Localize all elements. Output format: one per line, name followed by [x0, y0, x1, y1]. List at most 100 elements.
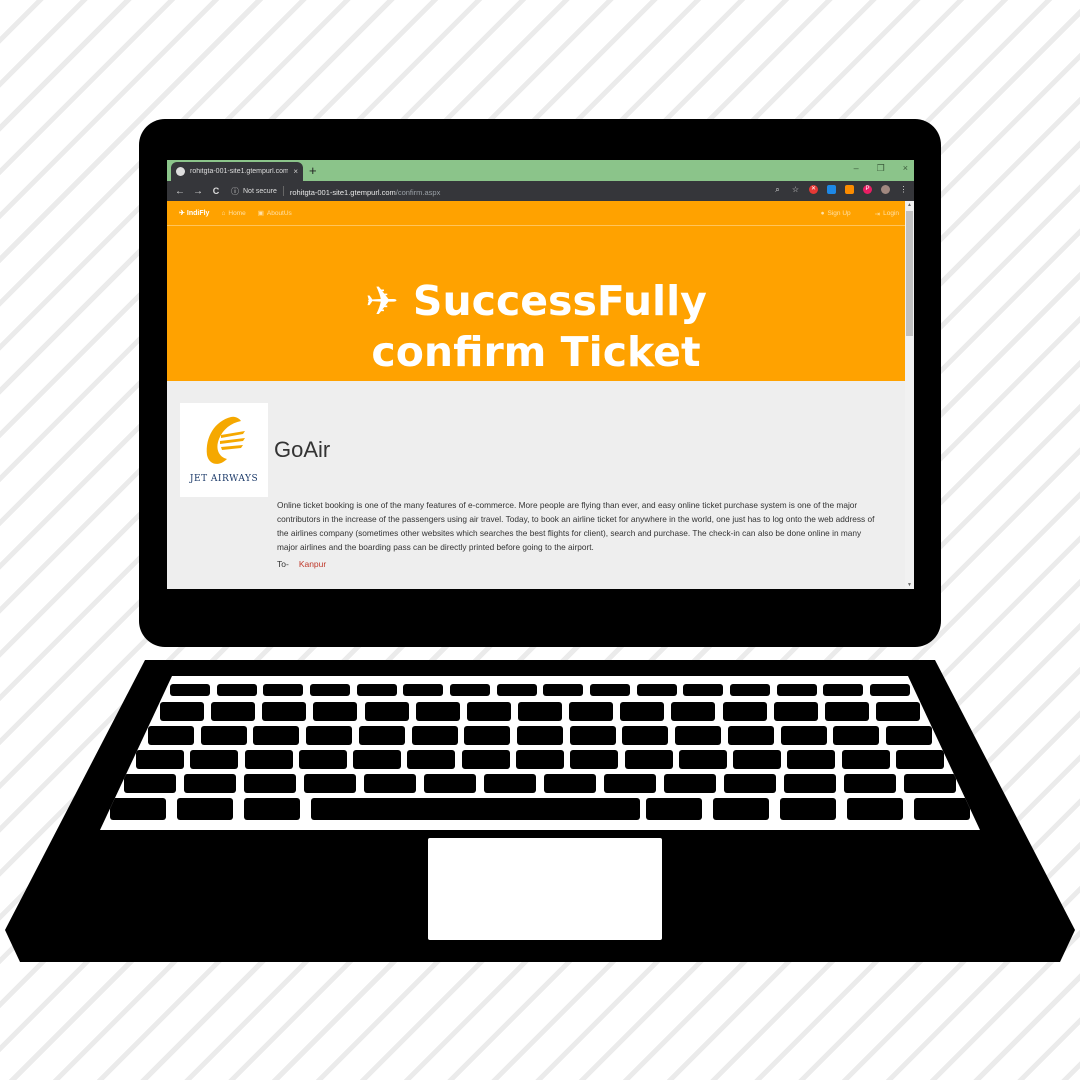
keyboard-key: [833, 726, 880, 745]
keyboard-key: [733, 750, 782, 769]
keyboard-key: [569, 726, 616, 745]
nav-signup[interactable]: ● Sign Up: [821, 210, 851, 217]
keyboard-key: [570, 750, 619, 769]
keyboard-key: [262, 702, 307, 721]
menu-icon[interactable]: ⋮: [899, 185, 908, 194]
hero-heading: ✈ SuccessFully confirm Ticket: [276, 276, 796, 377]
keyboard-key: [780, 798, 836, 820]
keyboard-key: [464, 726, 511, 745]
ticket-description: Online ticket booking is one of the many…: [277, 500, 875, 552]
keyboard-key: [200, 726, 247, 745]
browser-tab[interactable]: rohitgta-001-site1.gtempurl.com ×: [171, 162, 303, 181]
profile-avatar[interactable]: [881, 185, 890, 194]
url-path: /confirm.aspx: [395, 188, 441, 197]
nav-login-label: Login: [883, 210, 899, 217]
destination-value: Kanpur: [298, 559, 327, 569]
restore-button[interactable]: ❐: [877, 163, 885, 174]
minimize-button[interactable]: –: [854, 163, 859, 174]
page-viewport: ✈ IndiFly ⌂ Home ▣ AboutUs ● Sign Up ⇥ L…: [167, 201, 905, 589]
keyboard-key: [664, 774, 716, 793]
nav-about[interactable]: ▣ AboutUs: [258, 209, 292, 218]
keyboard-key: [590, 684, 630, 696]
close-tab-icon[interactable]: ×: [293, 167, 298, 176]
keyboard-key: [190, 750, 239, 769]
airplane-icon: ✈: [365, 279, 399, 325]
window-controls: – ❐ ×: [854, 163, 908, 174]
keyboard-key: [896, 750, 944, 769]
keyboard-key: [450, 684, 490, 696]
keyboard-key: [353, 750, 402, 769]
reload-button[interactable]: C: [211, 186, 221, 196]
laptop-screen: rohitgta-001-site1.gtempurl.com × + – ❐ …: [167, 160, 914, 589]
keyboard-key: [484, 774, 536, 793]
pinterest-extension-icon[interactable]: P: [863, 185, 872, 194]
keyboard-key: [136, 750, 184, 769]
close-window-button[interactable]: ×: [903, 163, 908, 174]
keyboard-key: [313, 702, 358, 721]
new-tab-button[interactable]: +: [309, 162, 317, 179]
keyboard-key: [722, 702, 767, 721]
site-navbar: ✈ IndiFly ⌂ Home ▣ AboutUs ● Sign Up ⇥ L…: [167, 201, 905, 226]
keyboard-key: [773, 702, 818, 721]
airline-logo: JET AIRWAYS: [180, 403, 268, 497]
logo-text: JET AIRWAYS: [189, 474, 259, 484]
hero-title-text: SuccessFully confirm Ticket: [371, 277, 707, 376]
address-bar: ← → C ⓘ Not secure rohitgta-001-site1.gt…: [167, 181, 914, 201]
browser-tab-bar: rohitgta-001-site1.gtempurl.com × + – ❐ …: [167, 160, 914, 181]
site-brand[interactable]: ✈ IndiFly: [179, 209, 210, 218]
keyboard-key: [604, 774, 656, 793]
nav-home[interactable]: ⌂ Home: [221, 210, 245, 217]
keyboard-key: [263, 684, 304, 696]
zoom-icon[interactable]: ⌕: [773, 185, 782, 194]
keyboard-key: [516, 750, 564, 769]
scroll-up-arrow-icon[interactable]: ▲: [905, 202, 914, 208]
keyboard-key: [364, 774, 416, 793]
keyboard-key: [253, 726, 300, 745]
login-icon: ⇥: [874, 210, 881, 218]
keyboard-key: [356, 684, 397, 696]
scroll-down-arrow-icon[interactable]: ▼: [905, 582, 914, 588]
extension-bar: ⌕ ☆ ✕ P ⋮: [773, 185, 908, 194]
keyboard-key: [620, 702, 665, 721]
trackpad: [428, 838, 662, 940]
keyboard-key: [466, 702, 511, 721]
keyboard-key: [517, 726, 563, 745]
keyboard-key: [216, 684, 257, 696]
keyboard-key: [675, 726, 722, 745]
keyboard-key: [847, 798, 903, 820]
keyboard-key: [244, 774, 296, 793]
keyboard-key: [683, 684, 724, 696]
keyboard-key: [544, 774, 596, 793]
keyboard-key: [298, 750, 347, 769]
keyboard-key: [886, 726, 932, 745]
spacebar-key: [340, 798, 640, 820]
keyboard-key: [496, 684, 537, 696]
back-button[interactable]: ←: [175, 186, 185, 197]
keyboard-key: [424, 774, 476, 793]
keyboard-key: [184, 774, 236, 793]
brand-label: IndiFly: [186, 209, 210, 217]
translate-extension-icon[interactable]: [827, 185, 836, 194]
star-icon[interactable]: ☆: [791, 185, 800, 194]
jet-airways-logo-icon: [206, 416, 245, 464]
keyboard-key: [124, 774, 176, 793]
keyboard-key: [713, 798, 769, 820]
url-field[interactable]: rohitgta-001-site1.gtempurl.com/confirm.…: [290, 182, 441, 200]
keyboard-key: [543, 684, 584, 696]
page-scrollbar[interactable]: ▲ ▼: [905, 201, 914, 589]
keyboard-key: [211, 702, 256, 721]
nav-login[interactable]: ⇥ Login: [875, 210, 899, 218]
nav-signup-label: Sign Up: [827, 210, 851, 217]
keyboard-key: [358, 726, 405, 745]
info-icon[interactable]: ⓘ: [231, 186, 239, 197]
forward-button[interactable]: →: [193, 186, 203, 197]
airline-name: GoAir: [274, 437, 331, 462]
scroll-thumb[interactable]: [906, 211, 913, 336]
mail-extension-icon[interactable]: [845, 185, 854, 194]
security-label: Not secure: [243, 187, 277, 195]
blocker-extension-icon[interactable]: ✕: [809, 185, 818, 194]
laptop-keyboard: [100, 676, 980, 830]
keyboard-key: [904, 774, 956, 793]
keyboard-key: [170, 684, 210, 696]
keyboard-key: [403, 684, 444, 696]
